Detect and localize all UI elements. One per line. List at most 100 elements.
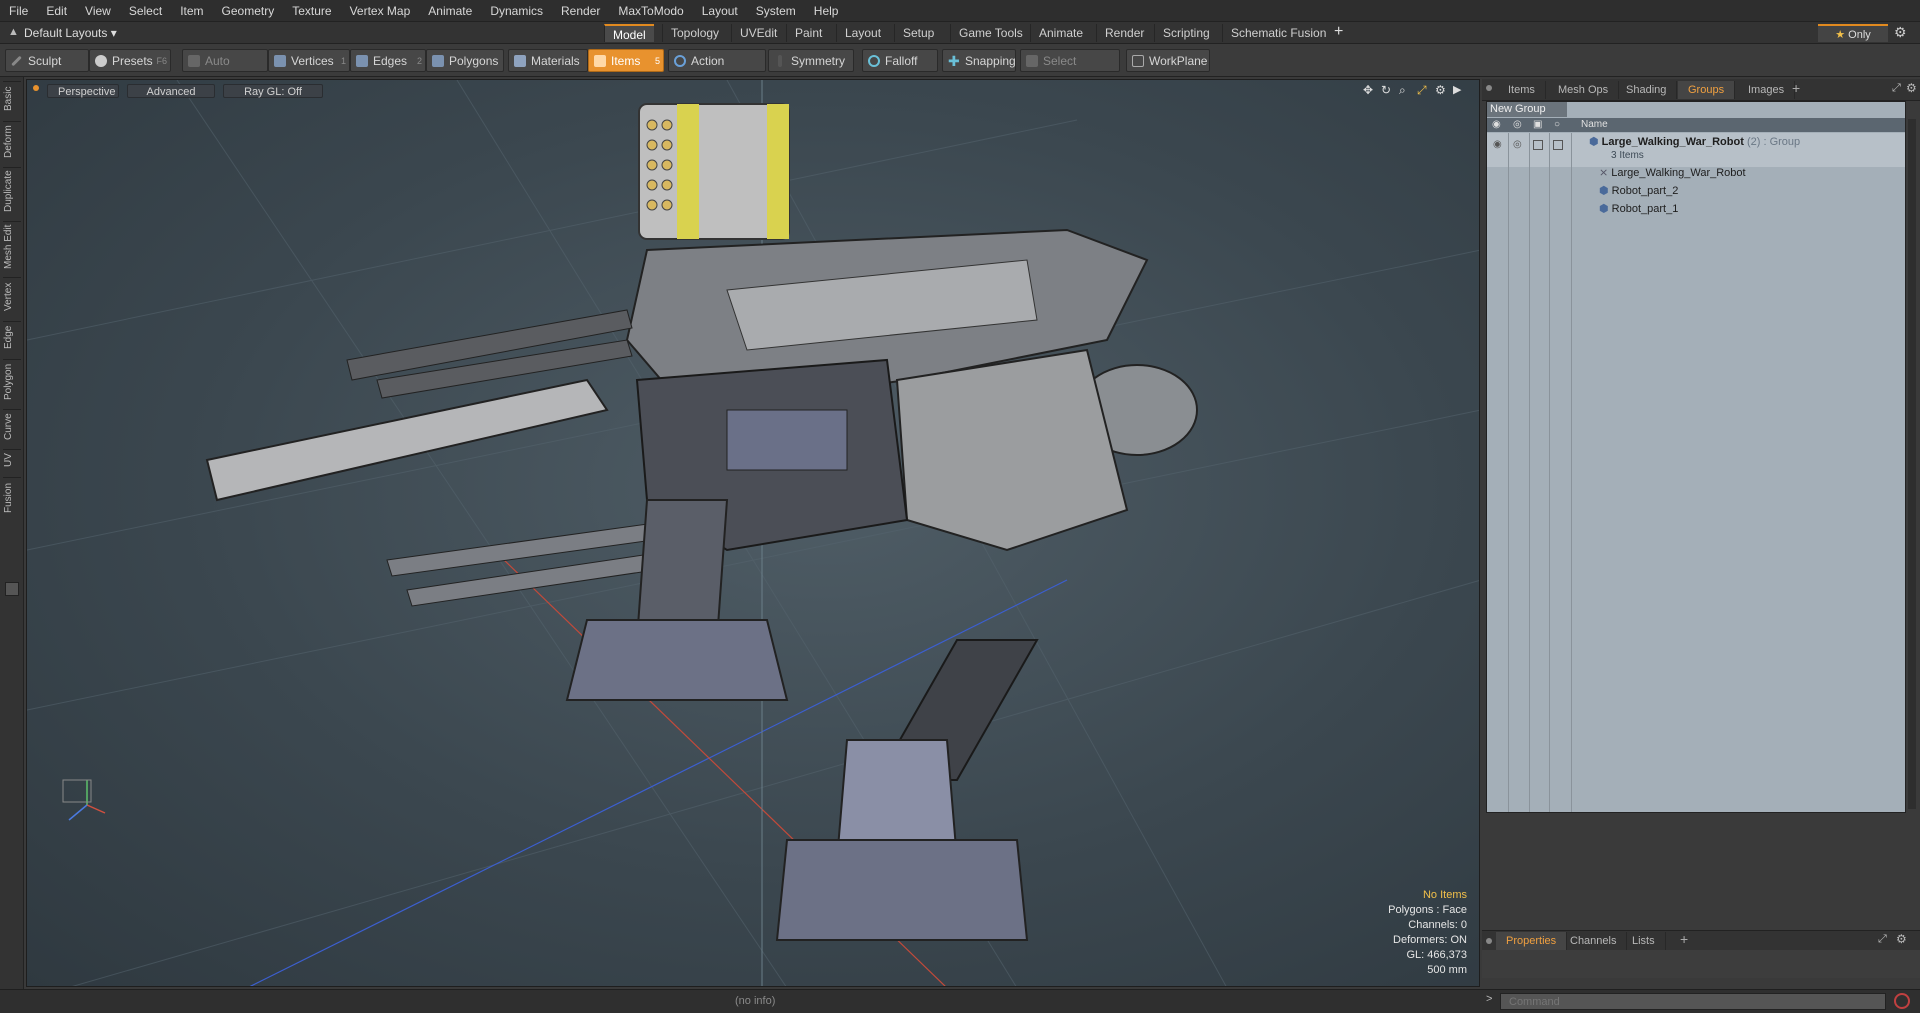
render-icon[interactable]: ◎ [1513,118,1522,132]
presets-button[interactable]: Presets F6 [89,49,171,72]
tab-uvedit[interactable]: UVEdit [731,24,785,42]
tab-topology[interactable]: Topology [662,24,727,42]
workplane-button[interactable]: WorkPlane [1126,49,1210,72]
menu-layout[interactable]: Layout [693,0,747,22]
only-toggle[interactable]: ★ Only [1818,24,1888,42]
sculpt-button[interactable]: Sculpt [5,49,89,72]
record-icon[interactable] [1894,993,1910,1009]
menu-animate[interactable]: Animate [419,0,481,22]
properties-menu-icon[interactable] [1486,938,1492,944]
list-item[interactable]: ⬢ Robot_part_2 [1599,184,1678,197]
tab-polygon[interactable]: Polygon [3,359,21,403]
snapping-button[interactable]: ✚ Snapping [942,49,1016,72]
add-panel-tab-icon[interactable]: + [1792,80,1800,96]
raygl-button[interactable]: Ray GL: Off [223,84,323,98]
view-more-icon[interactable]: ▶ [1453,83,1461,96]
tab-layout[interactable]: Layout [836,24,889,42]
name-column-header[interactable]: Name [1573,118,1905,132]
group-lock-box[interactable] [1533,140,1543,150]
new-group-button[interactable]: New Group [1487,102,1567,117]
edges-button[interactable]: Edges 2 [350,49,426,72]
tab-scripting[interactable]: Scripting [1154,24,1218,42]
tab-duplicate[interactable]: Duplicate [3,167,21,215]
list-item[interactable]: ⨯ Large_Walking_War_Robot [1599,166,1746,179]
command-input[interactable] [1500,993,1886,1010]
vertical-scrollbar[interactable] [1908,119,1916,809]
tab-render[interactable]: Render [1096,24,1152,42]
group-row[interactable]: ⬢ Large_Walking_War_Robot (2) : Group [1589,135,1800,148]
tab-fusion[interactable]: Fusion [3,477,21,517]
properties-gear-icon[interactable]: ⚙ [1896,932,1907,946]
group-visible-icon[interactable]: ◉ [1493,139,1502,150]
tab-animate[interactable]: Animate [1030,24,1091,42]
materials-button[interactable]: Materials [508,49,588,72]
tab-game-tools[interactable]: Game Tools [950,24,1031,42]
list-item[interactable]: ⬢ Robot_part_1 [1599,202,1678,215]
layout-dropdown[interactable]: Default Layouts ▾ [24,22,117,44]
tab-properties[interactable]: Properties [1496,932,1568,950]
menu-item[interactable]: Item [171,0,212,22]
gear-icon[interactable]: ⚙ [1894,24,1907,41]
menu-geometry[interactable]: Geometry [213,0,284,22]
select-through-button[interactable]: Select Through [1020,49,1120,91]
tab-uv[interactable]: UV [3,449,21,471]
items-button[interactable]: Items 5 [588,49,664,72]
tab-mesh-ops[interactable]: Mesh Ops [1548,81,1620,99]
layout-arrow-icon[interactable]: ▲ [8,26,19,38]
tab-vertex[interactable]: Vertex [3,277,21,315]
menu-texture[interactable]: Texture [283,0,340,22]
expand-panel-icon[interactable] [5,582,19,596]
move-view-icon[interactable]: ✥ [1363,83,1373,97]
falloff-button[interactable]: Falloff [862,49,938,72]
tab-model[interactable]: Model [604,24,654,42]
tab-paint[interactable]: Paint [786,24,830,42]
tab-basic[interactable]: Basic [3,81,21,115]
view-type-button[interactable]: Perspective [47,84,119,98]
action-center-button[interactable]: Action Center [668,49,766,91]
menu-edit[interactable]: Edit [37,0,76,22]
symmetry-button[interactable]: Symmetry [768,49,854,72]
eye-icon[interactable]: ◉ [1492,118,1501,132]
tab-channels[interactable]: Channels [1560,932,1628,950]
tab-groups[interactable]: Groups [1678,81,1736,99]
rotate-view-icon[interactable]: ↻ [1381,83,1391,97]
auto-select-button[interactable]: Auto Select [182,49,268,91]
zoom-view-icon[interactable]: ⌕ [1399,83,1406,98]
panel-menu-icon[interactable] [1486,85,1492,91]
tab-setup[interactable]: Setup [894,24,942,42]
shading-button[interactable]: Advanced [127,84,215,98]
group-select-box[interactable] [1553,140,1563,150]
menu-file[interactable]: File [0,0,37,22]
menu-vertex-map[interactable]: Vertex Map [341,0,420,22]
tab-shading[interactable]: Shading [1616,81,1678,99]
3d-viewport[interactable]: Perspective Advanced Ray GL: Off ✥ ↻ ⌕ ⤢… [26,79,1480,987]
properties-expand-icon[interactable]: ⤢ [1878,933,1887,946]
menu-view[interactable]: View [76,0,120,22]
tab-edge[interactable]: Edge [3,321,21,353]
polygons-button[interactable]: Polygons [426,49,504,72]
tab-schematic-fusion[interactable]: Schematic Fusion [1222,24,1334,42]
menu-help[interactable]: Help [805,0,848,22]
tab-deform[interactable]: Deform [3,121,21,161]
tab-images[interactable]: Images [1738,81,1796,99]
menu-maxtomodo[interactable]: MaxToModo [609,0,692,22]
select-icon[interactable]: ○ [1554,118,1560,132]
tab-mesh-edit[interactable]: Mesh Edit [3,221,21,271]
viewport-menu-icon[interactable] [33,85,39,91]
expand-icon[interactable]: ⤢ [1892,82,1901,95]
view-settings-icon[interactable]: ⚙ [1435,83,1446,97]
tab-curve[interactable]: Curve [3,409,21,443]
lock-icon[interactable]: ▣ [1533,118,1542,132]
tab-lists[interactable]: Lists [1622,932,1666,950]
group-render-icon[interactable]: ◎ [1513,139,1522,150]
add-properties-tab-icon[interactable]: + [1680,931,1688,947]
menu-render[interactable]: Render [552,0,609,22]
fit-view-icon[interactable]: ⤢ [1417,83,1427,98]
menu-select[interactable]: Select [120,0,171,22]
add-tab-icon[interactable]: + [1334,23,1343,41]
vertices-button[interactable]: Vertices 1 [268,49,350,72]
menu-dynamics[interactable]: Dynamics [481,0,552,22]
menu-system[interactable]: System [747,0,805,22]
panel-gear-icon[interactable]: ⚙ [1906,81,1917,95]
tab-items[interactable]: Items [1498,81,1546,99]
